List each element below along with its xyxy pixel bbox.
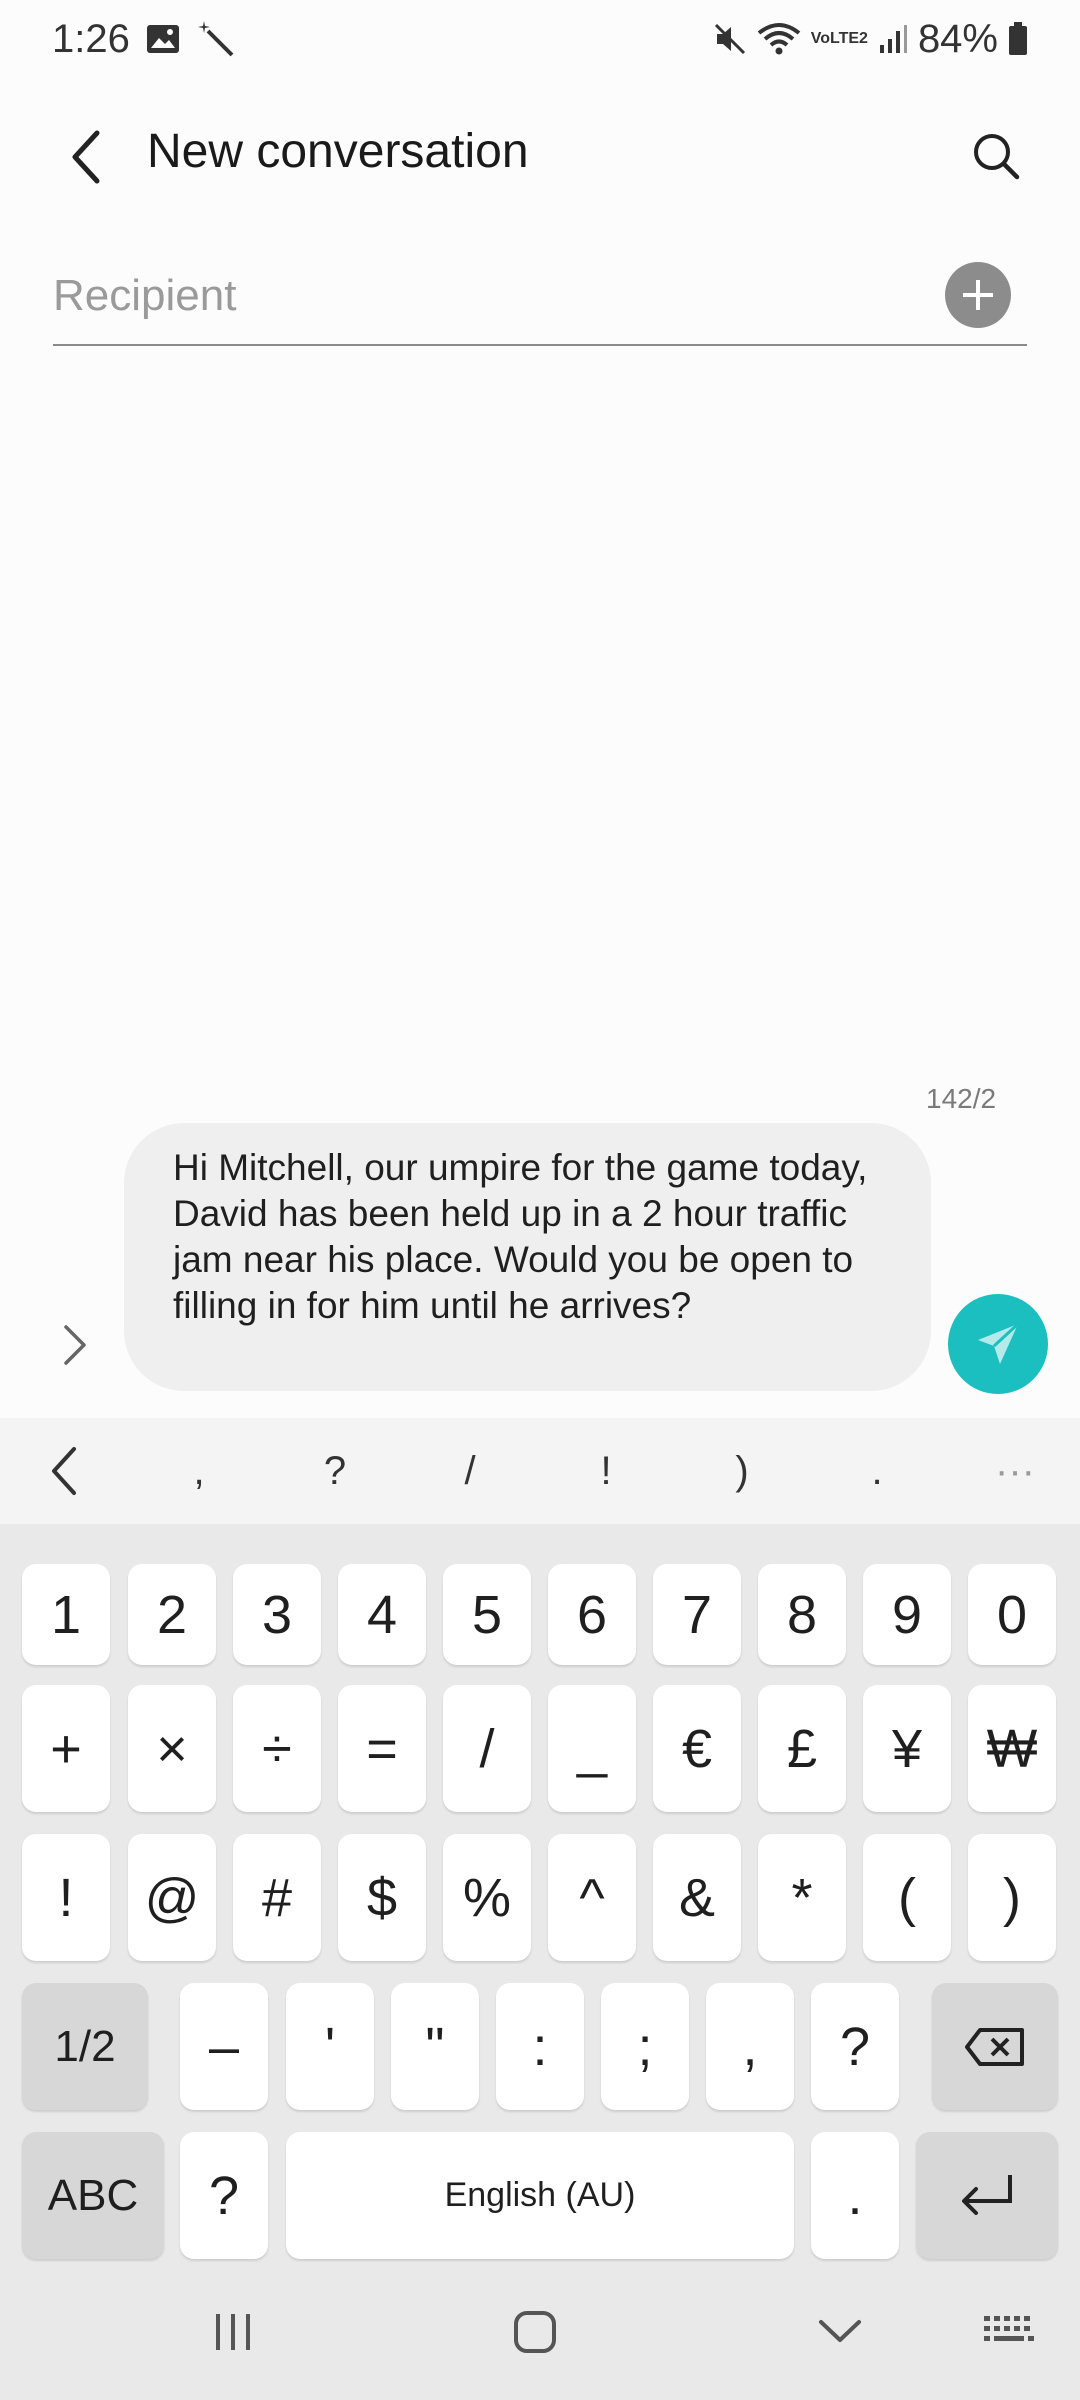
key-3[interactable]: 3: [233, 1564, 321, 1665]
key-0[interactable]: 0: [968, 1564, 1056, 1665]
key-slash[interactable]: /: [443, 1685, 531, 1812]
key-7[interactable]: 7: [653, 1564, 741, 1665]
hide-keyboard-icon: [819, 2320, 861, 2342]
keyboard-toolbar: , ? / ! ) . ···: [0, 1418, 1080, 1524]
key-exclamation[interactable]: !: [22, 1834, 110, 1961]
key-apostrophe[interactable]: ': [286, 1983, 374, 2110]
plus-icon: [963, 280, 993, 310]
key-won[interactable]: ₩: [968, 1685, 1056, 1812]
more-options-button[interactable]: ···: [970, 1418, 1060, 1524]
wifi-icon: [757, 21, 801, 57]
message-text: Hi Mitchell, our umpire for the game tod…: [173, 1147, 868, 1326]
expand-options-button[interactable]: [52, 1310, 98, 1380]
toolbar-key[interactable]: ,: [154, 1418, 244, 1524]
key-ampersand[interactable]: &: [653, 1834, 741, 1961]
key-plus[interactable]: +: [22, 1685, 110, 1812]
key-hash[interactable]: #: [233, 1834, 321, 1961]
recents-icon: [216, 2314, 250, 2350]
backspace-icon: [965, 2027, 1024, 2066]
key-colon[interactable]: :: [496, 1983, 584, 2110]
home-button[interactable]: [495, 2302, 575, 2362]
key-at[interactable]: @: [128, 1834, 216, 1961]
key-6[interactable]: 6: [548, 1564, 636, 1665]
send-button[interactable]: [948, 1294, 1048, 1394]
key-multiply[interactable]: ×: [128, 1685, 216, 1812]
toolbar-key[interactable]: ): [697, 1418, 787, 1524]
keyboard: , ? / ! ) . ··· 1 2 3 4 5 6 7 8 9 0 + × …: [0, 1418, 1080, 2400]
key-semicolon[interactable]: ;: [601, 1983, 689, 2110]
search-button[interactable]: [960, 120, 1032, 192]
chevron-left-icon: [52, 1447, 76, 1495]
character-counter: 142/2: [926, 1083, 997, 1114]
key-question-2[interactable]: ?: [180, 2132, 268, 2259]
page-title: New conversation: [147, 125, 529, 178]
enter-key[interactable]: [916, 2132, 1058, 2259]
key-period[interactable]: .: [811, 2132, 899, 2259]
key-double-quote[interactable]: ": [391, 1983, 479, 2110]
key-9[interactable]: 9: [863, 1564, 951, 1665]
backspace-key[interactable]: [932, 1983, 1058, 2110]
key-pound[interactable]: £: [758, 1685, 846, 1812]
toolbar-key[interactable]: /: [425, 1418, 515, 1524]
home-icon: [514, 2311, 556, 2353]
toolbar-back-button[interactable]: [18, 1418, 108, 1524]
toolbar-key[interactable]: ?: [290, 1418, 380, 1524]
signal-icon: [878, 23, 908, 55]
key-caret[interactable]: ^: [548, 1834, 636, 1961]
recipient-input[interactable]: [53, 264, 913, 328]
key-2[interactable]: 2: [128, 1564, 216, 1665]
toolbar-key[interactable]: !: [561, 1418, 651, 1524]
key-1[interactable]: 1: [22, 1564, 110, 1665]
battery-percent: 84%: [917, 16, 998, 61]
hide-keyboard-button[interactable]: [800, 2302, 880, 2362]
chevron-right-icon: [64, 1325, 86, 1365]
keyboard-switch-icon: [984, 2316, 1034, 2341]
key-asterisk[interactable]: *: [758, 1834, 846, 1961]
key-yen[interactable]: ¥: [863, 1685, 951, 1812]
key-question[interactable]: ?: [811, 1983, 899, 2110]
mute-icon: [713, 22, 747, 56]
key-open-paren[interactable]: (: [863, 1834, 951, 1961]
key-underscore[interactable]: _: [548, 1685, 636, 1812]
back-arrow-icon: [72, 130, 100, 184]
key-close-paren[interactable]: ): [968, 1834, 1056, 1961]
magic-wand-icon: [196, 19, 236, 59]
key-divide[interactable]: ÷: [233, 1685, 321, 1812]
key-4[interactable]: 4: [338, 1564, 426, 1665]
toolbar-key[interactable]: .: [832, 1418, 922, 1524]
app-bar: New conversation: [0, 100, 1080, 210]
key-equals[interactable]: =: [338, 1685, 426, 1812]
key-percent[interactable]: %: [443, 1834, 531, 1961]
key-dollar[interactable]: $: [338, 1834, 426, 1961]
volte-icon: VoLTE2: [810, 30, 868, 47]
navigation-bar: [0, 2262, 1080, 2400]
image-icon: [146, 24, 180, 54]
key-5[interactable]: 5: [443, 1564, 531, 1665]
clock: 1:26: [52, 16, 130, 61]
key-euro[interactable]: €: [653, 1685, 741, 1812]
recents-button[interactable]: [193, 2302, 273, 2362]
message-input[interactable]: Hi Mitchell, our umpire for the game tod…: [124, 1123, 931, 1391]
add-recipient-button[interactable]: [945, 262, 1011, 328]
send-icon: [978, 1322, 1020, 1364]
key-page-switch[interactable]: 1/2: [22, 1983, 148, 2110]
key-8[interactable]: 8: [758, 1564, 846, 1665]
status-bar: 1:26 VoLTE2 84%: [0, 0, 1080, 78]
back-button[interactable]: [52, 122, 122, 192]
enter-icon: [962, 2174, 1012, 2215]
search-icon: [974, 134, 1020, 180]
battery-icon: [1008, 22, 1028, 56]
key-comma[interactable]: ,: [706, 1983, 794, 2110]
space-bar[interactable]: English (AU): [286, 2132, 794, 2259]
recipient-row: [53, 250, 1027, 346]
keyboard-switch-button[interactable]: [970, 2302, 1050, 2362]
key-abc[interactable]: ABC: [22, 2132, 164, 2259]
key-en-dash[interactable]: –: [180, 1983, 268, 2110]
